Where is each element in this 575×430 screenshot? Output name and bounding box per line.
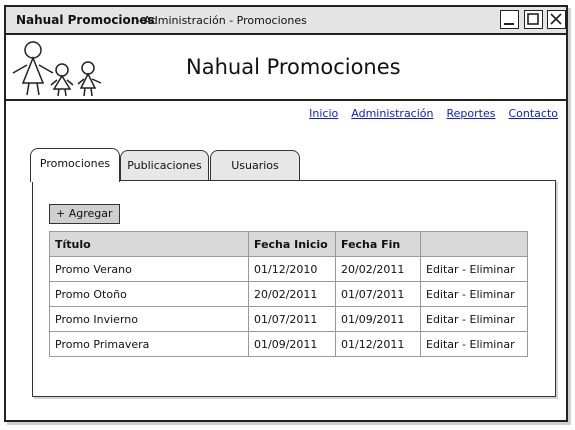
top-navigation: Inicio Administración Reportes Contacto bbox=[309, 107, 558, 120]
table-row: Promo Verano 01/12/2010 20/02/2011 Edita… bbox=[49, 256, 528, 282]
tab-publicaciones[interactable]: Publicaciones bbox=[120, 150, 209, 182]
promotions-table: Título Fecha Inicio Fecha Fin Promo Vera… bbox=[49, 231, 528, 357]
cell-fecha-fin: 01/12/2011 bbox=[335, 331, 421, 357]
add-button[interactable]: + Agregar bbox=[49, 204, 120, 224]
column-header-fecha-fin: Fecha Fin bbox=[335, 231, 421, 257]
family-logo-icon bbox=[12, 41, 102, 97]
window-subtitle: - Administración - Promociones bbox=[136, 14, 307, 27]
cell-titulo: Promo Primavera bbox=[49, 331, 249, 357]
row-actions[interactable]: Editar - Eliminar bbox=[420, 306, 528, 332]
cell-titulo: Promo Invierno bbox=[49, 306, 249, 332]
column-header-titulo: Título bbox=[49, 231, 249, 257]
cell-titulo: Promo Verano bbox=[49, 256, 249, 282]
cell-fecha-inicio: 01/09/2011 bbox=[248, 331, 336, 357]
close-icon bbox=[550, 13, 562, 25]
table-row: Promo Primavera 01/09/2011 01/12/2011 Ed… bbox=[49, 331, 528, 357]
cell-fecha-fin: 01/09/2011 bbox=[335, 306, 421, 332]
close-button[interactable] bbox=[547, 10, 566, 29]
nav-link-contacto[interactable]: Contacto bbox=[508, 107, 558, 120]
column-header-fecha-inicio: Fecha Inicio bbox=[248, 231, 336, 257]
row-actions[interactable]: Editar - Eliminar bbox=[420, 281, 528, 307]
title-bar[interactable]: Nahual Promociones - Administración - Pr… bbox=[6, 7, 566, 35]
cell-fecha-fin: 01/07/2011 bbox=[335, 281, 421, 307]
table-row: Promo Otoño 20/02/2011 01/07/2011 Editar… bbox=[49, 281, 528, 307]
app-window: Nahual Promociones - Administración - Pr… bbox=[4, 5, 568, 422]
row-actions[interactable]: Editar - Eliminar bbox=[420, 331, 528, 357]
page-title: Nahual Promociones bbox=[186, 55, 401, 79]
minimize-button[interactable] bbox=[500, 10, 519, 29]
nav-link-reportes[interactable]: Reportes bbox=[447, 107, 496, 120]
window-title: Nahual Promociones bbox=[16, 13, 155, 27]
column-header-acciones bbox=[420, 231, 528, 257]
tab-promociones[interactable]: Promociones bbox=[30, 148, 120, 182]
maximize-button[interactable] bbox=[524, 10, 543, 29]
cell-fecha-inicio: 01/12/2010 bbox=[248, 256, 336, 282]
nav-link-administracion[interactable]: Administración bbox=[351, 107, 433, 120]
minimize-icon bbox=[504, 23, 514, 25]
page-header: Nahual Promociones bbox=[6, 35, 566, 101]
cell-fecha-fin: 20/02/2011 bbox=[335, 256, 421, 282]
nav-link-inicio[interactable]: Inicio bbox=[309, 107, 338, 120]
tab-usuarios[interactable]: Usuarios bbox=[210, 150, 300, 182]
maximize-icon bbox=[527, 13, 539, 25]
row-actions[interactable]: Editar - Eliminar bbox=[420, 256, 528, 282]
table-header-row: Título Fecha Inicio Fecha Fin bbox=[49, 231, 528, 257]
tab-content-panel: + Agregar Título Fecha Inicio Fecha Fin … bbox=[32, 180, 556, 397]
cell-titulo: Promo Otoño bbox=[49, 281, 249, 307]
cell-fecha-inicio: 01/07/2011 bbox=[248, 306, 336, 332]
table-row: Promo Invierno 01/07/2011 01/09/2011 Edi… bbox=[49, 306, 528, 332]
cell-fecha-inicio: 20/02/2011 bbox=[248, 281, 336, 307]
